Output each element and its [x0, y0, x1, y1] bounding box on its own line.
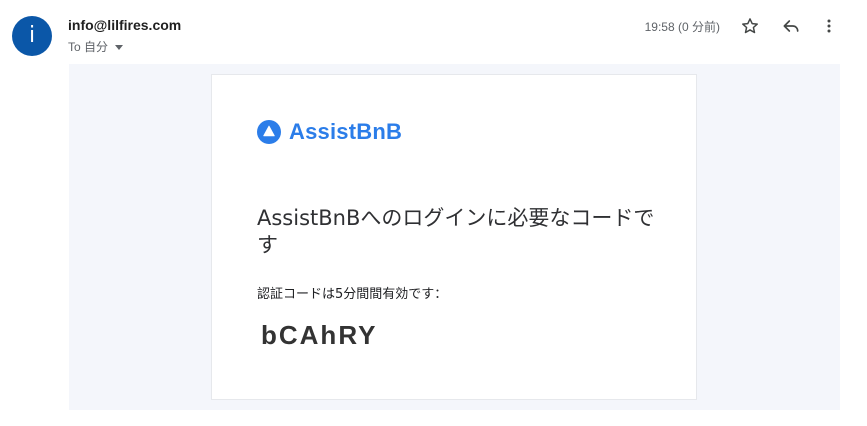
code-validity-note: 認証コードは5分間間有効です： [257, 287, 448, 302]
triangle-logo-icon [257, 120, 281, 144]
more-vert-icon [827, 19, 831, 33]
star-icon [742, 18, 758, 34]
email-headline: AssistBnBへのログインに必要なコードです [257, 206, 655, 257]
timestamp: 19:58 (0 分前) [644, 20, 720, 34]
recipient-label: To 自分 [68, 40, 109, 54]
reply-icon [783, 20, 799, 32]
chevron-down-icon [115, 44, 124, 50]
brand-header: AssistBnB [257, 119, 402, 145]
email-view: i info@lilfires.com To 自分 19:58 (0 分前) A… [0, 0, 867, 426]
email-card: AssistBnB AssistBnBへのログインに必要なコードです 認証コード… [211, 74, 697, 400]
reply-button[interactable] [777, 12, 805, 40]
brand-name: AssistBnB [289, 119, 403, 144]
star-button[interactable] [736, 12, 764, 40]
email-body-background: AssistBnB AssistBnBへのログインに必要なコードです 認証コード… [69, 64, 840, 410]
more-options-button[interactable] [815, 12, 843, 40]
sender-avatar[interactable]: i [12, 16, 52, 56]
verification-code[interactable]: bCAhRY [261, 320, 377, 351]
recipient-toggle[interactable]: To 自分 [68, 38, 124, 55]
sender-address[interactable]: info@lilfires.com [68, 17, 181, 33]
